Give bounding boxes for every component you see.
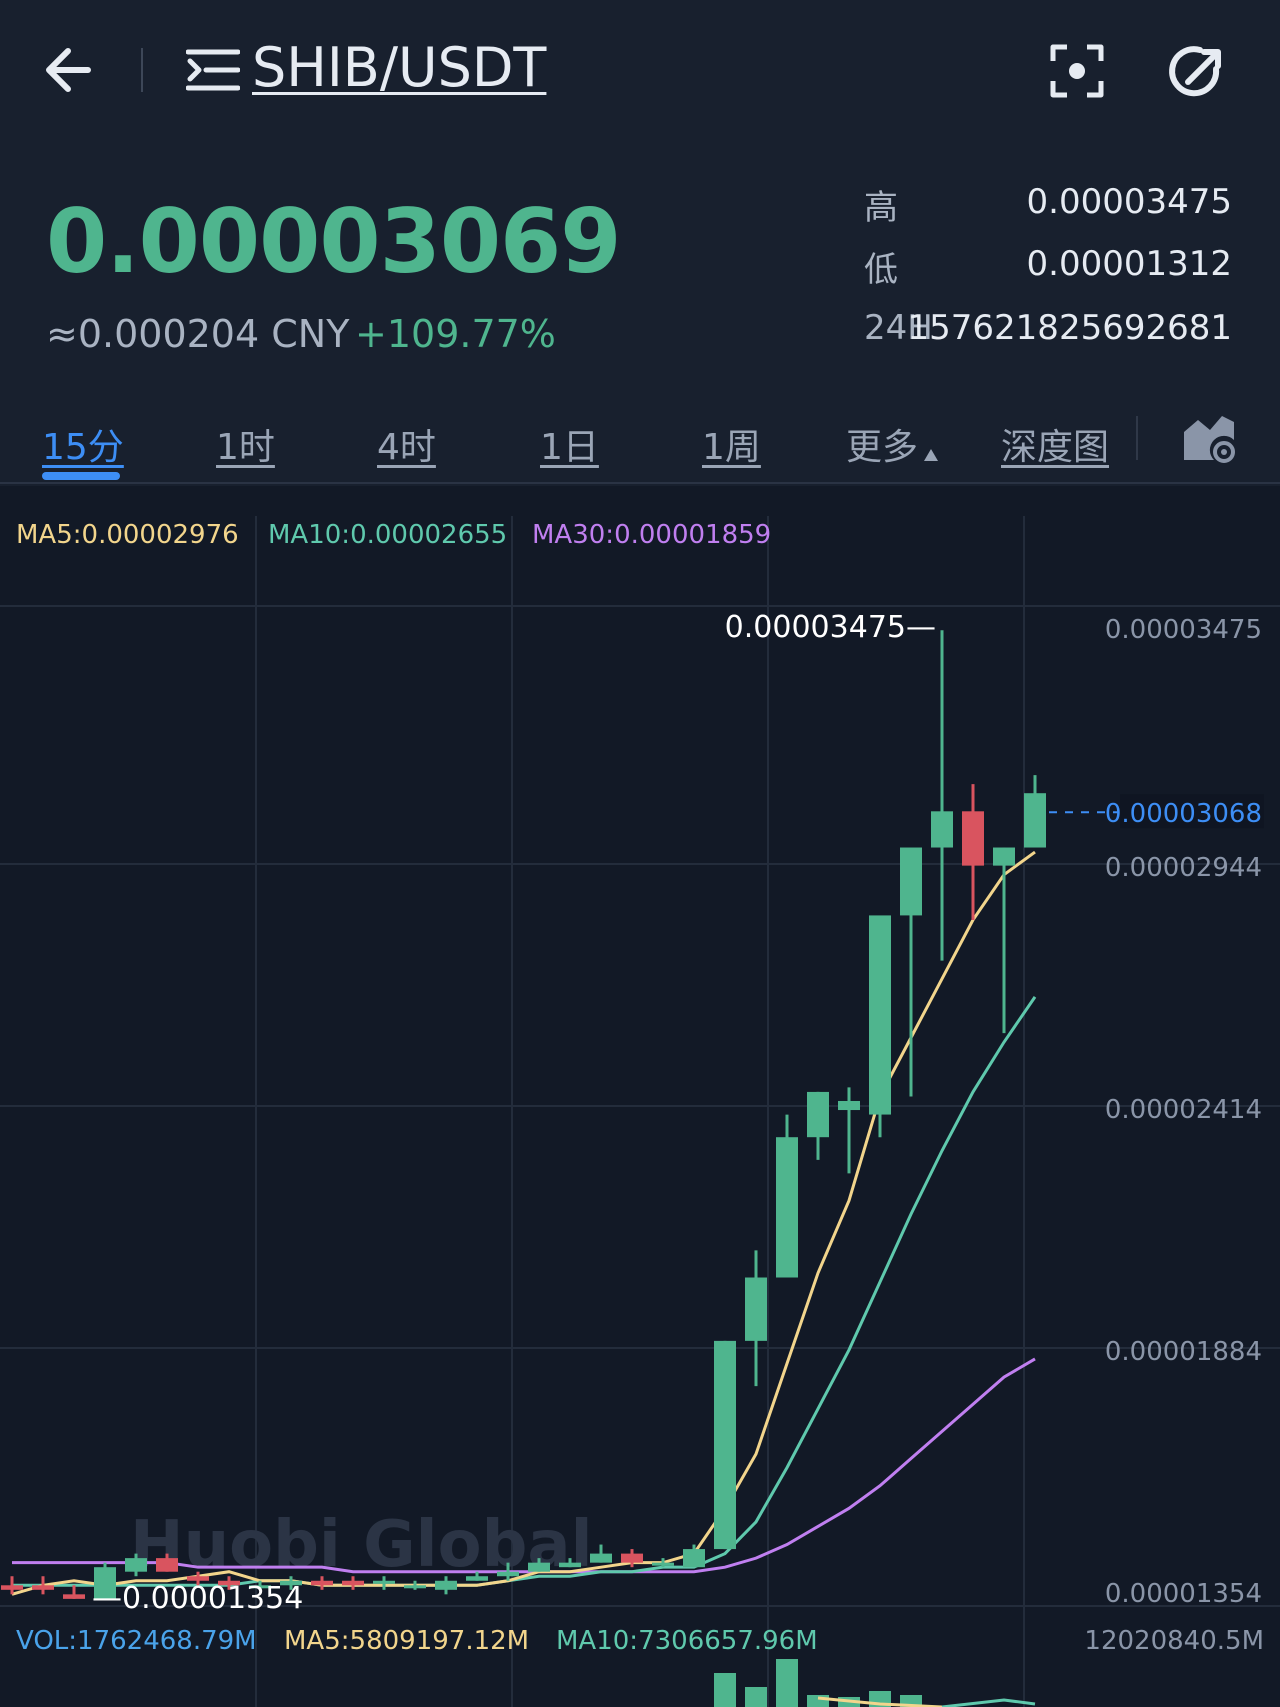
candle-body [311, 1580, 333, 1586]
high-value: 0.00003475 [1026, 182, 1233, 222]
chart-settings-icon [1184, 416, 1235, 463]
volume-bar [745, 1687, 767, 1707]
candle-body [993, 847, 1015, 866]
tab-more[interactable]: 更多 [846, 418, 939, 470]
y-tick-label: 0.00003475 [1105, 615, 1262, 645]
tabs-divider [1136, 416, 1138, 460]
max-price-marker: 0.00003475— [725, 610, 936, 645]
candle-body [435, 1580, 457, 1590]
tab-15m[interactable]: 15分 [42, 418, 124, 470]
pair-list-button[interactable] [185, 48, 241, 92]
candle-body [745, 1277, 767, 1341]
candle-body [962, 811, 984, 866]
capture-icon [1050, 44, 1104, 98]
high-label: 高 [864, 188, 898, 228]
ma5-legend: MA5:0.00002976 [16, 520, 239, 550]
y-tick-label: 0.00002944 [1105, 853, 1262, 883]
volume-bar [776, 1659, 798, 1707]
price-summary: 0.00003069 ≈0.000204 CNY +109.77% 高 0.00… [0, 140, 1280, 370]
tab-depth-chart[interactable]: 深度图 [1001, 418, 1109, 470]
ma10-legend: MA10:0.00002655 [268, 520, 508, 550]
vol-legend: VOL:1762468.79M [16, 1626, 257, 1656]
candle-body [1, 1585, 23, 1590]
min-price-marker: —0.00001354 [92, 1581, 303, 1616]
tab-4h[interactable]: 4时 [377, 418, 436, 470]
volume-bar [714, 1673, 736, 1707]
volume-bar [807, 1695, 829, 1707]
candle-body [838, 1100, 860, 1111]
low-label: 低 [864, 250, 898, 290]
refresh-icon [1169, 46, 1221, 97]
candle-body [497, 1571, 519, 1577]
y-tick-label: 0.00002414 [1105, 1095, 1262, 1125]
low-value: 0.00001312 [1026, 244, 1233, 284]
change-percent: +109.77% [355, 312, 556, 356]
header-divider [141, 48, 143, 92]
vol-max-label: 12020840.5M [1084, 1626, 1264, 1656]
candles [1, 630, 1046, 1599]
vol-ma10-legend: MA10:7306657.96M [556, 1626, 818, 1656]
candle-body [373, 1580, 395, 1584]
candle-body [931, 811, 953, 848]
candle-body [807, 1091, 829, 1138]
last-price: 0.00003069 [46, 190, 622, 293]
volume-ma10-line [941, 1698, 1036, 1707]
candlestick-chart: Huobi Global 0.000034750.000029440.00002… [0, 516, 1280, 1707]
candle-body [869, 915, 891, 1115]
interval-tabs: 15分 1时 4时 1日 1周 更多 深度图 [0, 400, 1280, 484]
y-tick-label: 0.00001354 [1105, 1579, 1262, 1609]
chart-settings-button[interactable] [1180, 410, 1238, 464]
top-bar: SHIB/USDT [0, 0, 1280, 140]
ma30-legend: MA30:0.00001859 [532, 520, 772, 550]
current-price-label: 0.00003068 [1105, 799, 1262, 829]
candle-body [466, 1576, 488, 1581]
pair-title[interactable]: SHIB/USDT [252, 36, 546, 99]
screenshot-button[interactable] [1050, 44, 1104, 98]
candle-body [63, 1594, 85, 1599]
tab-1d[interactable]: 1日 [540, 418, 599, 470]
candle-body [559, 1562, 581, 1568]
candle-body [590, 1553, 612, 1563]
candle-body [1024, 793, 1046, 848]
candle-body [621, 1553, 643, 1563]
candle-body [652, 1562, 674, 1566]
kline-chart[interactable]: Huobi Global 0.00003475 0.00002944 0.00002… [0, 486, 1280, 1707]
active-tab-indicator [42, 472, 120, 480]
tab-1w[interactable]: 1周 [702, 418, 761, 470]
price-axis: 0.00003475 0.00002944 0.00002414 0.00001884… [1105, 615, 1262, 1609]
candle-body [776, 1137, 798, 1278]
arrow-left-icon [46, 48, 91, 92]
candle-body [683, 1549, 705, 1568]
candle-body [404, 1585, 426, 1589]
candle-body [32, 1585, 54, 1590]
candle-body [714, 1340, 736, 1550]
tab-1h[interactable]: 1时 [216, 418, 275, 470]
candle-body [342, 1580, 364, 1586]
volume-24h-value: 157621825692681 [907, 308, 1232, 348]
list-indent-icon [185, 49, 241, 91]
back-button[interactable] [40, 40, 100, 100]
volume-bars [714, 1659, 1036, 1707]
candle-body [156, 1558, 178, 1572]
candle-body [528, 1562, 550, 1572]
y-tick-label: 0.00001884 [1105, 1337, 1262, 1367]
caret-up-icon [924, 449, 939, 461]
cny-value: ≈0.000204 CNY [46, 312, 350, 356]
candle-body [900, 847, 922, 916]
price-markers: 0.00003475— —0.00001354 0.00003068 [92, 610, 1264, 1616]
refresh-button[interactable] [1166, 42, 1226, 102]
candle-body [125, 1558, 147, 1572]
vol-ma5-legend: MA5:5809197.12M [284, 1626, 530, 1656]
tab-more-label: 更多 [846, 427, 919, 468]
